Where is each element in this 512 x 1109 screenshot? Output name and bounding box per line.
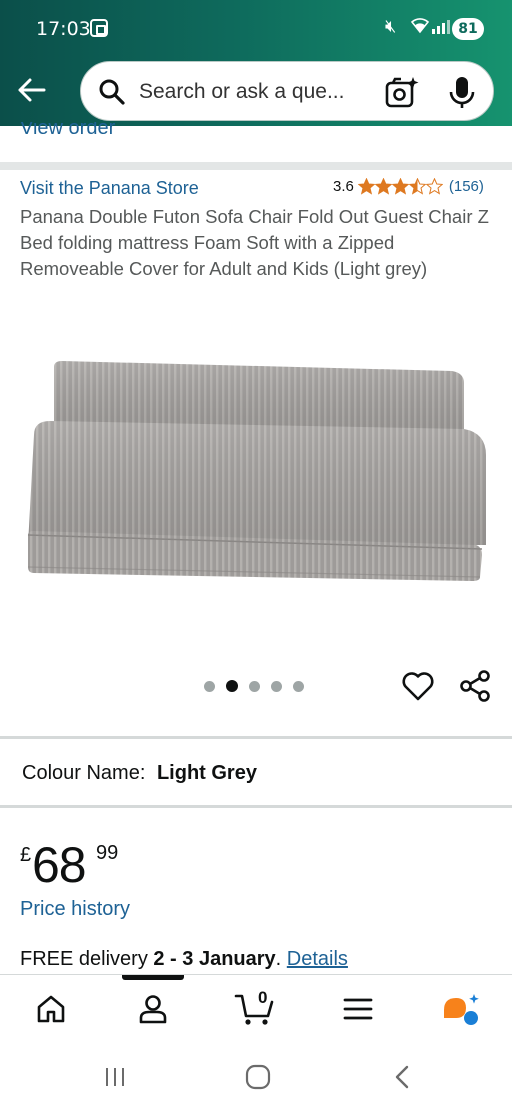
carousel-dot[interactable] xyxy=(249,681,260,692)
back-arrow-icon xyxy=(18,78,46,102)
price-history-link[interactable]: Price history xyxy=(20,898,130,921)
rating-stars xyxy=(358,178,443,195)
rating-summary[interactable]: 3.6 (156) xyxy=(333,178,484,195)
system-back-button[interactable] xyxy=(382,1062,422,1092)
recent-apps-button[interactable] xyxy=(95,1062,135,1092)
back-chevron-icon xyxy=(395,1065,409,1089)
colour-value: Light Grey xyxy=(156,762,257,784)
screenshot-indicator-icon xyxy=(90,19,108,37)
search-input[interactable] xyxy=(139,76,375,108)
back-button[interactable] xyxy=(12,70,52,110)
share-icon[interactable] xyxy=(458,669,492,703)
home-icon xyxy=(37,995,65,1023)
camera-search-icon[interactable] xyxy=(384,75,420,111)
carousel-dot[interactable] xyxy=(204,681,215,692)
active-tab-indicator xyxy=(122,975,184,980)
home-circle-icon xyxy=(245,1064,271,1090)
nav-menu[interactable] xyxy=(336,989,380,1029)
delivery-details-link[interactable]: Details xyxy=(287,948,348,970)
search-bar[interactable] xyxy=(80,61,494,121)
delivery-dates: 2 - 3 January xyxy=(153,948,276,970)
cart-icon xyxy=(234,994,274,1025)
menu-icon xyxy=(343,998,373,1020)
section-divider xyxy=(0,805,512,808)
view-order-link[interactable]: View order xyxy=(20,122,115,138)
app-header xyxy=(0,58,512,126)
carousel-dot-active[interactable] xyxy=(226,680,238,692)
nav-account[interactable] xyxy=(131,989,175,1029)
rating-value: 3.6 xyxy=(333,178,354,195)
product-title: Panana Double Futon Sofa Chair Fold Out … xyxy=(20,206,489,279)
nav-rufus[interactable] xyxy=(438,989,482,1029)
price-currency: £ xyxy=(20,844,32,866)
signal-icon xyxy=(432,20,450,34)
account-icon xyxy=(139,995,167,1024)
image-carousel-indicator[interactable] xyxy=(204,680,304,692)
recent-apps-icon xyxy=(106,1068,124,1086)
product-image[interactable] xyxy=(24,355,488,585)
price-whole: 68 xyxy=(32,837,87,893)
system-navigation-bar xyxy=(0,1044,512,1109)
delivery-prefix: FREE delivery xyxy=(20,948,148,970)
delivery-info: FREE delivery 2 - 3 January. Details xyxy=(20,948,348,971)
status-time: 17:03 xyxy=(36,18,91,40)
home-system-button[interactable] xyxy=(238,1062,278,1092)
section-divider xyxy=(0,736,512,739)
section-divider xyxy=(0,162,512,170)
colour-label: Colour Name: xyxy=(22,762,146,784)
wishlist-heart-icon[interactable] xyxy=(401,670,435,702)
carousel-dot[interactable] xyxy=(271,681,282,692)
nav-home[interactable] xyxy=(29,989,73,1029)
battery-indicator: 81 xyxy=(452,18,484,40)
status-bar: 17:03 🔇︎ 81 xyxy=(0,0,512,58)
colour-selection: Colour Name: Light Grey xyxy=(22,762,257,785)
delivery-suffix: . xyxy=(275,948,282,970)
cart-count-badge: 0 xyxy=(258,988,268,1007)
microphone-icon[interactable] xyxy=(447,75,477,111)
store-link[interactable]: Visit the Panana Store xyxy=(20,178,199,199)
bottom-navigation xyxy=(0,974,512,1044)
carousel-dot[interactable] xyxy=(293,681,304,692)
nav-cart[interactable] xyxy=(232,989,276,1029)
mute-icon: 🔇︎ xyxy=(385,16,397,36)
rating-count: (156) xyxy=(448,178,484,195)
rufus-assistant-icon xyxy=(444,994,479,1025)
star-rating-icon xyxy=(358,178,443,195)
wifi-icon xyxy=(410,16,430,39)
search-icon xyxy=(99,79,125,105)
price-fraction: 99 xyxy=(96,842,119,864)
